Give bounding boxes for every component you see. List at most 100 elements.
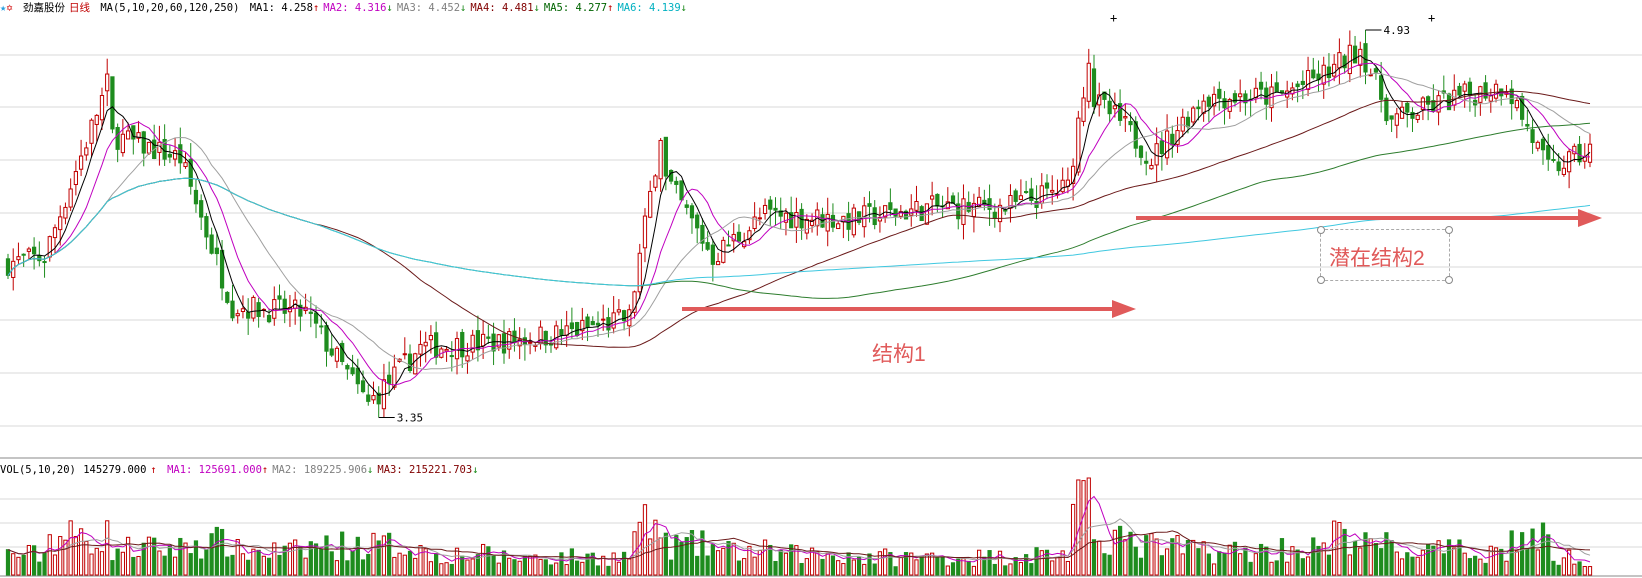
high-price-label: 4.93 bbox=[1383, 24, 1410, 37]
volume-bar bbox=[700, 530, 705, 576]
volume-bar bbox=[1410, 556, 1415, 576]
volume-bar bbox=[125, 536, 131, 576]
candle-body bbox=[1493, 83, 1499, 99]
volume-bar bbox=[940, 556, 945, 576]
candle-body bbox=[1159, 140, 1164, 155]
period-label[interactable]: 日线 bbox=[69, 2, 90, 14]
candle-body bbox=[172, 150, 178, 160]
volume-bar bbox=[5, 549, 11, 576]
volume-bar bbox=[225, 556, 230, 576]
volume-bar bbox=[538, 558, 543, 576]
volume-bar bbox=[1138, 557, 1144, 576]
candle-body bbox=[930, 195, 935, 200]
candle-body bbox=[251, 296, 256, 319]
candle-body bbox=[1060, 179, 1065, 193]
volume-bar bbox=[679, 541, 684, 576]
volume-bar bbox=[42, 552, 47, 576]
volume-bar bbox=[1018, 562, 1024, 576]
handle-br[interactable] bbox=[1445, 276, 1453, 284]
handle-tr[interactable] bbox=[1445, 226, 1453, 234]
volume-bar bbox=[783, 552, 789, 576]
candle-body bbox=[1457, 85, 1462, 96]
volume-bar bbox=[945, 565, 950, 576]
volume-bar bbox=[653, 519, 658, 576]
legend-value: MA5: 4.277 bbox=[543, 2, 608, 14]
candle-body bbox=[266, 315, 272, 323]
candlestick-chart[interactable]: 4.93 3.35 + + bbox=[0, 0, 1642, 578]
candle-body bbox=[31, 246, 37, 255]
volume-bar bbox=[1164, 548, 1170, 576]
volume-bar bbox=[1238, 553, 1243, 576]
stock-name[interactable]: 劲嘉股份 bbox=[23, 2, 65, 14]
handle-bl[interactable] bbox=[1317, 276, 1325, 284]
trend-arrow: ↓ bbox=[680, 2, 687, 14]
volume-bar bbox=[1034, 547, 1039, 576]
candle-body bbox=[1332, 63, 1337, 77]
legend-value: MA2: 189225.906 bbox=[272, 464, 368, 476]
volume-bar bbox=[444, 562, 449, 576]
candle-body bbox=[282, 298, 287, 314]
volume-bar bbox=[1514, 550, 1520, 576]
vol-ma-values: MA1: 125691.000↑ MA2: 189225.906↓ MA3: 215… bbox=[167, 464, 482, 476]
candle-body bbox=[1050, 189, 1055, 193]
volume-bar bbox=[115, 548, 120, 576]
volume-bar bbox=[16, 556, 21, 576]
candle-body bbox=[1535, 141, 1540, 149]
candle-body bbox=[313, 312, 319, 324]
volume-bar bbox=[199, 558, 204, 576]
handle-tl[interactable] bbox=[1317, 226, 1325, 234]
volume-bar bbox=[966, 560, 971, 576]
volume-bar bbox=[789, 544, 794, 576]
candle-body bbox=[1274, 82, 1279, 93]
candle-body bbox=[418, 343, 423, 355]
candle-body bbox=[146, 141, 152, 154]
volume-bar bbox=[11, 553, 16, 576]
candle-body bbox=[872, 207, 877, 226]
volume-bar bbox=[1191, 539, 1196, 576]
candle-body bbox=[329, 348, 334, 356]
volume-bar bbox=[1269, 561, 1274, 576]
candle-body bbox=[454, 338, 460, 360]
candle-body bbox=[1300, 80, 1305, 86]
volume-bar bbox=[862, 563, 867, 576]
legend-value: MA1: 4.258 bbox=[249, 2, 313, 14]
volume-bar bbox=[663, 532, 668, 576]
volume-bar bbox=[1373, 543, 1379, 576]
candle-body bbox=[204, 216, 209, 238]
volume-bar bbox=[105, 520, 110, 576]
volume-bar bbox=[298, 546, 303, 576]
candle-body bbox=[1013, 190, 1018, 202]
volume-ma-line bbox=[7, 495, 1591, 563]
candle-body bbox=[214, 247, 219, 255]
candle-body bbox=[773, 207, 778, 211]
volume-bar bbox=[841, 563, 846, 576]
volume-bar bbox=[606, 565, 611, 576]
candle-body bbox=[256, 302, 261, 318]
volume-bar bbox=[1117, 525, 1123, 576]
volume-bar bbox=[439, 563, 444, 576]
candle-body bbox=[115, 127, 120, 150]
volume-bar bbox=[1379, 548, 1384, 576]
volume-bar bbox=[977, 549, 982, 576]
volume-bar bbox=[486, 546, 491, 576]
volume-bar bbox=[569, 548, 574, 576]
candle-body bbox=[1405, 102, 1410, 113]
candle-body bbox=[992, 211, 997, 219]
volume-bar bbox=[1243, 547, 1248, 576]
volume-bar bbox=[548, 564, 554, 576]
structure2-box[interactable]: 潜在结构2 bbox=[1317, 226, 1453, 284]
candle-body bbox=[1029, 188, 1034, 202]
volume-bar bbox=[580, 561, 585, 576]
candle-body bbox=[444, 348, 449, 352]
candle-body bbox=[277, 295, 282, 300]
trend-arrow: ↓ bbox=[460, 2, 467, 14]
candle-body bbox=[1321, 64, 1326, 85]
volume-bar bbox=[554, 562, 559, 576]
volume-bar bbox=[1091, 539, 1097, 576]
candle-body bbox=[695, 214, 700, 229]
volume-bar bbox=[1504, 560, 1509, 576]
candle-body bbox=[345, 365, 350, 370]
volume-bar bbox=[851, 559, 856, 576]
candle-body bbox=[736, 231, 742, 242]
volume-bar bbox=[303, 557, 308, 576]
